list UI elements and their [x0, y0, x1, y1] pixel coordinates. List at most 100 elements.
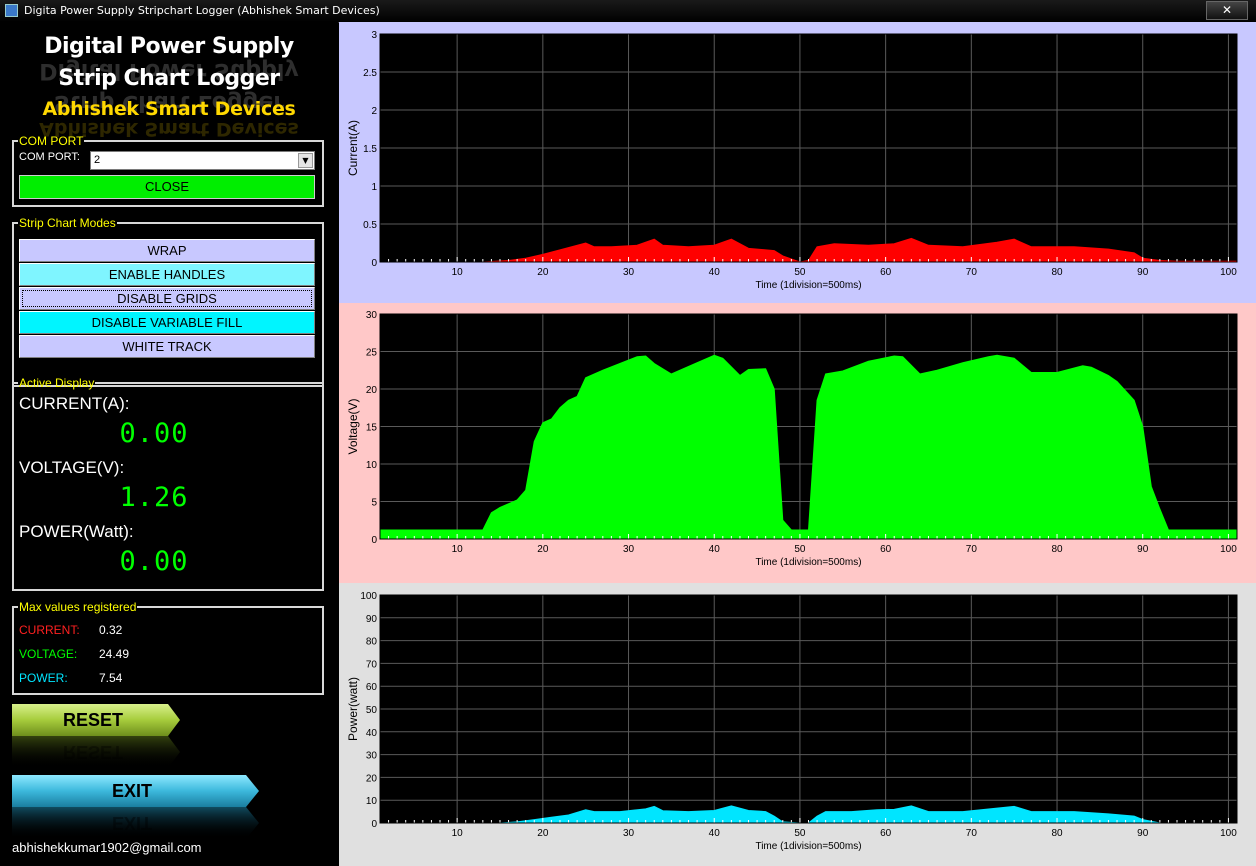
voltage-y-tick-label: 20: [366, 385, 378, 396]
max-current-label: CURRENT:: [19, 623, 80, 637]
exit-button[interactable]: EXIT EXIT: [12, 775, 260, 839]
current-x-tick-label: 90: [1137, 267, 1149, 278]
voltage-x-tick-label: 80: [1051, 544, 1063, 555]
power-x-axis-label: Time (1division=500ms): [755, 841, 861, 852]
current-chart-svg: 0 0.5 1 1.5 2 2.5 3 10 20 30 40 50 60 70 80 90 100 Time (…: [346, 30, 1238, 291]
power-y-axis-label: Power(watt): [346, 677, 360, 741]
max-power-label: POWER:: [19, 671, 68, 685]
current-y-tick-label: 3: [371, 30, 377, 41]
close-port-button[interactable]: CLOSE: [19, 175, 315, 199]
voltage-y-tick-label: 5: [371, 498, 377, 509]
current-y-tick-label: 2: [371, 106, 377, 117]
power-y-tick-label: 40: [366, 728, 378, 739]
max-values-label: Max values registered: [19, 600, 137, 614]
voltage-y-tick-label: 30: [366, 310, 378, 321]
current-x-tick-label: 100: [1220, 267, 1237, 278]
control-panel: Digital Power Supply Digital Power Suppl…: [0, 22, 338, 866]
disable-variable-fill-button[interactable]: DISABLE VARIABLE FILL: [19, 311, 315, 334]
current-label: CURRENT(A):: [19, 394, 130, 413]
power-y-tick-label: 30: [366, 751, 378, 762]
power-label: POWER(Watt):: [19, 522, 134, 541]
max-power-value: 7.54: [99, 671, 123, 685]
voltage-y-tick-label: 10: [366, 460, 378, 471]
voltage-x-tick-label: 100: [1220, 544, 1237, 555]
disable-grids-button[interactable]: DISABLE GRIDS: [19, 287, 315, 310]
current-y-axis-label: Current(A): [346, 120, 360, 176]
reset-button[interactable]: RESET RESET: [12, 704, 182, 768]
exit-label: EXIT: [111, 780, 152, 801]
window-titlebar: Digita Power Supply Stripchart Logger (A…: [0, 0, 1256, 23]
voltage-y-axis-label: Voltage(V): [346, 398, 360, 454]
author-email: abhishekkumar1902@gmail.com: [12, 840, 202, 855]
enable-handles-button[interactable]: ENABLE HANDLES: [19, 263, 315, 286]
voltage-x-tick-label: 10: [452, 544, 464, 555]
current-chart-panel: 0 0.5 1 1.5 2 2.5 3 10 20 30 40 50 60 70 80 90 100 Time (…: [339, 22, 1256, 303]
white-track-button[interactable]: WHITE TRACK: [19, 335, 315, 358]
max-voltage-value: 24.49: [99, 647, 130, 661]
voltage-readout: 1.26: [119, 482, 189, 513]
current-x-tick-label: 10: [452, 267, 464, 278]
current-x-axis-label: Time (1division=500ms): [755, 280, 861, 291]
reset-label: RESET: [62, 709, 123, 730]
current-x-tick-label: 30: [623, 267, 635, 278]
power-x-tick-label: 40: [709, 828, 721, 839]
reset-label-reflection: RESET: [62, 742, 123, 763]
exit-label-reflection: EXIT: [111, 813, 152, 834]
power-x-tick-label: 70: [966, 828, 978, 839]
current-x-tick-label: 70: [966, 267, 978, 278]
logo-line-1: Digital Power Supply: [44, 34, 294, 59]
power-x-tick-label: 10: [452, 828, 464, 839]
window-close-button[interactable]: ✕: [1206, 1, 1248, 20]
voltage-x-tick-label: 20: [537, 544, 549, 555]
power-y-tick-label: 10: [366, 796, 378, 807]
voltage-x-tick-label: 70: [966, 544, 978, 555]
power-x-tick-label: 100: [1220, 828, 1237, 839]
current-readout: 0.00: [119, 418, 189, 449]
app-icon: [5, 4, 18, 17]
voltage-x-tick-label: 90: [1137, 544, 1149, 555]
strip-chart-modes-label: Strip Chart Modes: [19, 216, 116, 230]
current-x-tick-label: 80: [1051, 267, 1063, 278]
voltage-label: VOLTAGE(V):: [19, 458, 125, 477]
current-x-tick-label: 20: [537, 267, 549, 278]
power-x-tick-label: 80: [1051, 828, 1063, 839]
power-x-tick-label: 30: [623, 828, 635, 839]
window-title: Digita Power Supply Stripchart Logger (A…: [24, 4, 380, 17]
power-y-tick-label: 100: [360, 591, 377, 602]
power-y-tick-label: 70: [366, 659, 378, 670]
current-y-tick-label: 0: [371, 258, 377, 269]
com-port-select[interactable]: 2 ▼: [90, 151, 315, 170]
current-x-tick-label: 60: [880, 267, 892, 278]
wrap-button[interactable]: WRAP: [19, 239, 315, 262]
power-x-tick-label: 60: [880, 828, 892, 839]
power-y-tick-label: 0: [371, 819, 377, 830]
power-x-tick-label: 20: [537, 828, 549, 839]
power-x-tick-label: 90: [1137, 828, 1149, 839]
power-readout: 0.00: [119, 546, 189, 577]
power-x-tick-label: 50: [794, 828, 806, 839]
voltage-x-tick-label: 30: [623, 544, 635, 555]
current-x-tick-label: 50: [794, 267, 806, 278]
voltage-x-tick-label: 40: [709, 544, 721, 555]
logo-line-2: Strip Chart Logger: [58, 66, 280, 91]
power-chart-svg: 0 10 20 30 40 50 60 70 80 90 100 10 20 30 40 50 60 70 80 90…: [346, 591, 1238, 852]
voltage-y-tick-label: 0: [371, 535, 377, 546]
max-current-value: 0.32: [99, 623, 123, 637]
voltage-x-axis-label: Time (1division=500ms): [755, 557, 861, 568]
current-y-tick-label: 2.5: [363, 68, 377, 79]
com-port-group-label: COM PORT: [19, 134, 84, 148]
power-y-tick-label: 90: [366, 614, 378, 625]
logo-line-3: Abhishek Smart Devices: [42, 98, 296, 120]
dropdown-arrow-icon[interactable]: ▼: [298, 153, 313, 168]
voltage-y-tick-label: 25: [366, 348, 378, 359]
current-y-tick-label: 1.5: [363, 144, 377, 155]
current-y-tick-label: 1: [371, 182, 377, 193]
power-y-tick-label: 80: [366, 637, 378, 648]
voltage-x-tick-label: 60: [880, 544, 892, 555]
power-y-tick-label: 50: [366, 705, 378, 716]
current-x-tick-label: 40: [709, 267, 721, 278]
voltage-y-tick-label: 15: [366, 423, 378, 434]
power-chart-panel: 0 10 20 30 40 50 60 70 80 90 100 10 20 30 40 50 60 70 80 90…: [339, 583, 1256, 866]
voltage-x-tick-label: 50: [794, 544, 806, 555]
max-voltage-label: VOLTAGE:: [19, 647, 78, 661]
